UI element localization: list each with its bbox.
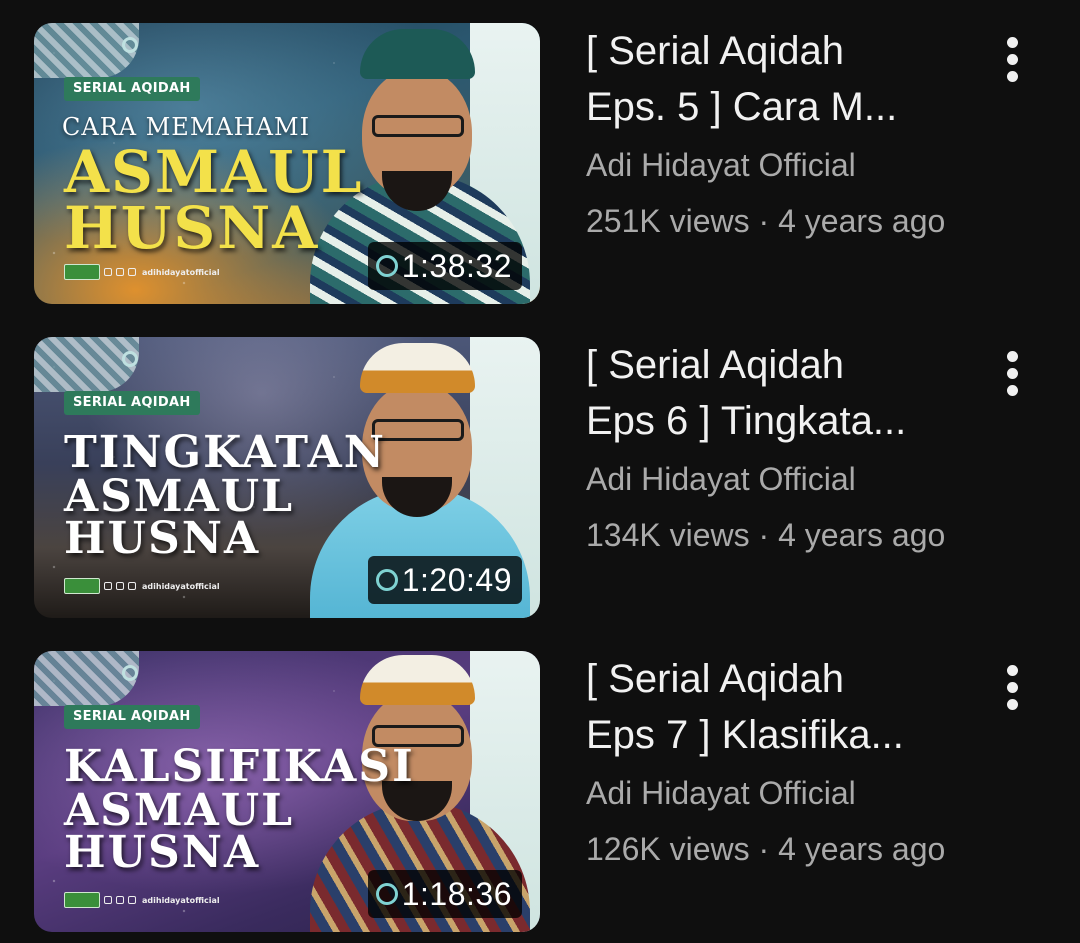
social-handle: adihidayatofficial [142,895,220,905]
video-thumbnail[interactable]: SERIAL AQIDAH KALSIFIKASI ASMAUL HUSNA a… [34,651,540,932]
gear-icon [122,351,138,367]
menu-dot [1006,36,1018,48]
video-meta: [ Serial Aqidah Eps. 5 ] Cara M... Adi H… [586,23,966,249]
thumbnail-title-line: ASMAUL [64,138,364,206]
video-stats: 251K views · 4 years ago [586,203,946,239]
video-title-line: Eps 7 ] Klasifika... [586,713,904,757]
channel-logo [64,892,100,908]
video-item[interactable]: SERIAL AQIDAH TINGKATAN ASMAUL HUSNA adi… [0,337,1080,619]
channel-logo [64,578,100,594]
thumbnail-title-line: HUSNA [64,827,261,878]
gear-icon [122,665,138,681]
more-vertical-icon[interactable] [992,31,1032,87]
social-icon [104,896,112,904]
video-title[interactable]: [ Serial Aqidah Eps. 5 ] Cara M... [586,23,966,135]
menu-dot [1006,384,1018,396]
video-title-line: Eps 6 ] Tingkata... [586,399,907,443]
channel-name[interactable]: Adi Hidayat Official [586,765,966,821]
menu-dot [1006,681,1018,693]
thumbnail-subtitle: CARA MEMAHAMI [62,113,311,141]
video-meta: [ Serial Aqidah Eps 7 ] Klasifika... Adi… [586,651,966,877]
gear-icon [375,569,398,591]
menu-dot [1006,664,1018,676]
duration-text: 1:18:36 [401,875,512,912]
menu-dot [1006,698,1018,710]
social-strip: adihidayatofficial [64,892,220,908]
thumbnail-title-line: KALSIFIKASI [64,741,415,792]
presenter-cap [360,655,475,705]
duration-text: 1:38:32 [401,247,512,284]
video-title-line: [ Serial Aqidah [586,657,844,701]
channel-name[interactable]: Adi Hidayat Official [586,451,966,507]
presenter-glasses [372,115,464,137]
social-strip: adihidayatofficial [64,578,220,594]
video-stats: 134K views · 4 years ago [586,517,946,553]
video-title-line: [ Serial Aqidah [586,29,844,73]
social-icon [116,896,124,904]
duration-badge: 1:38:32 [367,242,522,290]
social-strip: adihidayatofficial [64,264,220,280]
duration-badge: 1:20:49 [367,556,522,604]
social-icon [116,582,124,590]
menu-dot [1006,350,1018,362]
video-title[interactable]: [ Serial Aqidah Eps 7 ] Klasifika... [586,651,966,763]
video-item[interactable]: SERIAL AQIDAH KALSIFIKASI ASMAUL HUSNA a… [0,651,1080,933]
video-thumbnail[interactable]: SERIAL AQIDAH TINGKATAN ASMAUL HUSNA adi… [34,337,540,618]
gear-icon [375,883,398,905]
video-meta: [ Serial Aqidah Eps 6 ] Tingkata... Adi … [586,337,966,563]
series-badge: SERIAL AQIDAH [64,705,200,729]
thumbnail-title-line: HUSNA [64,194,320,262]
video-title-line: [ Serial Aqidah [586,343,844,387]
more-vertical-icon[interactable] [992,345,1032,401]
channel-name[interactable]: Adi Hidayat Official [586,137,966,193]
video-title-line: Eps. 5 ] Cara M... [586,85,898,129]
social-icon [104,582,112,590]
presenter-cap [360,29,475,79]
social-icon [128,582,136,590]
more-vertical-icon[interactable] [992,659,1032,715]
video-stats: 126K views · 4 years ago [586,831,946,867]
series-badge: SERIAL AQIDAH [64,391,200,415]
menu-dot [1006,70,1018,82]
duration-badge: 1:18:36 [367,870,522,918]
duration-text: 1:20:49 [401,561,512,598]
thumbnail-title-line: HUSNA [64,513,261,564]
menu-dot [1006,367,1018,379]
social-handle: adihidayatofficial [142,581,220,591]
menu-dot [1006,53,1018,65]
thumbnail-title-line: TINGKATAN [64,427,387,478]
social-icon [128,268,136,276]
presenter-cap [360,343,475,393]
social-icon [116,268,124,276]
channel-logo [64,264,100,280]
social-icon [128,896,136,904]
video-item[interactable]: SERIAL AQIDAH CARA MEMAHAMI ASMAUL HUSNA… [0,23,1080,305]
video-thumbnail[interactable]: SERIAL AQIDAH CARA MEMAHAMI ASMAUL HUSNA… [34,23,540,304]
video-title[interactable]: [ Serial Aqidah Eps 6 ] Tingkata... [586,337,966,449]
series-badge: SERIAL AQIDAH [64,77,200,101]
video-list: SERIAL AQIDAH CARA MEMAHAMI ASMAUL HUSNA… [0,0,1080,943]
gear-icon [375,255,398,277]
social-icon [104,268,112,276]
social-handle: adihidayatofficial [142,267,220,277]
gear-icon [122,37,138,53]
